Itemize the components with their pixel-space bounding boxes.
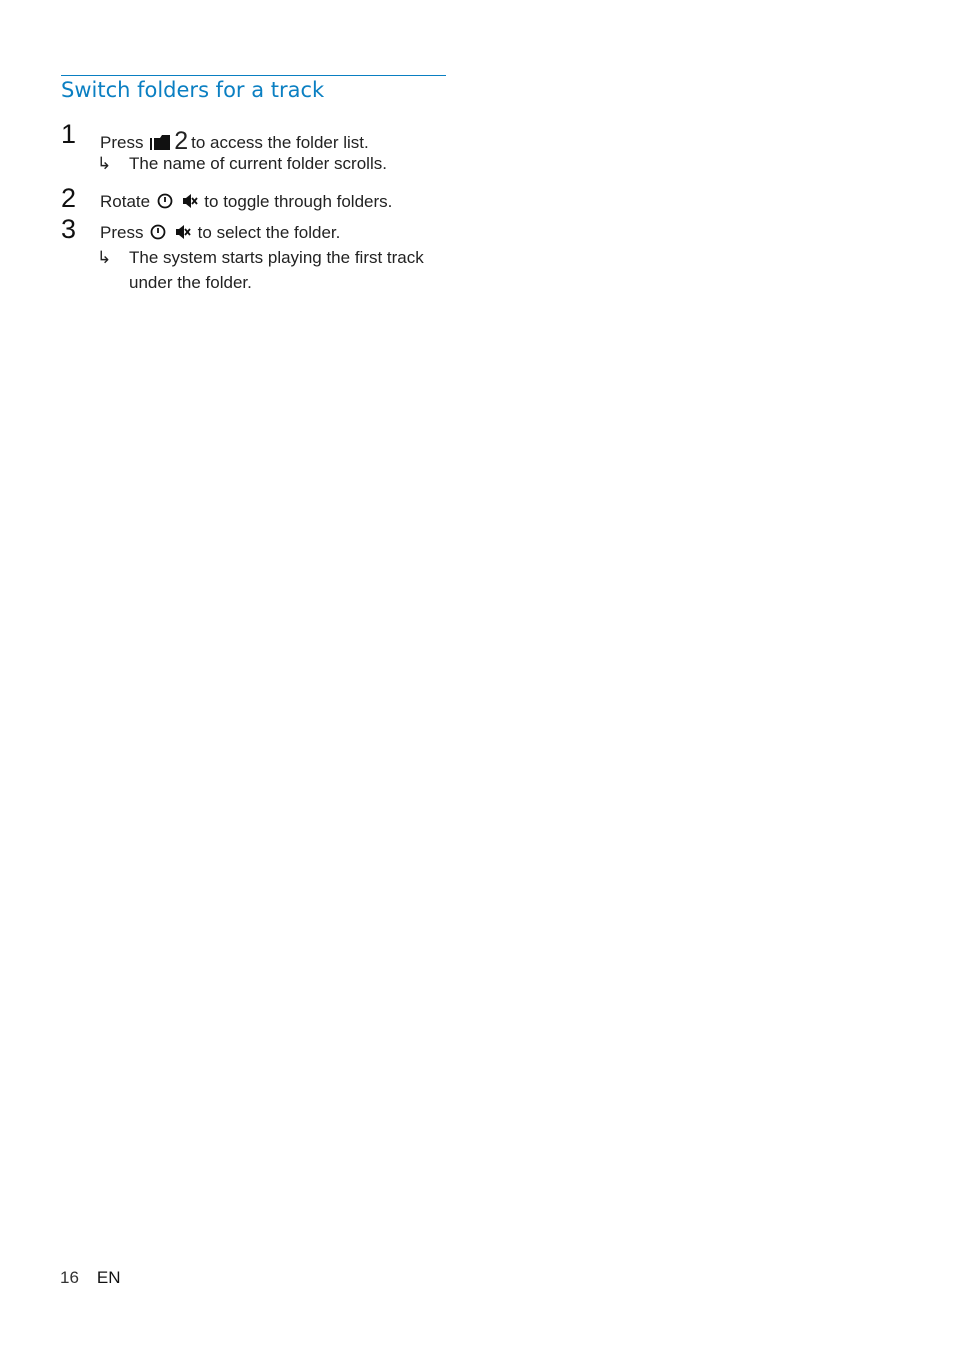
step-prefix: Rotate bbox=[100, 192, 151, 211]
step-number: 1 bbox=[61, 119, 77, 149]
step-suffix: to select the folder. bbox=[197, 223, 341, 242]
step-result: ↳ The name of current folder scrolls. bbox=[97, 151, 387, 176]
language-code: EN bbox=[96, 1268, 121, 1287]
step-result: ↳ The system starts playing the first tra… bbox=[97, 245, 424, 295]
page-number: 16 bbox=[60, 1268, 79, 1287]
result-arrow-icon: ↳ bbox=[97, 154, 112, 173]
result-text: The name of current folder scrolls. bbox=[129, 154, 387, 173]
step-number: 2 bbox=[61, 183, 77, 213]
step-number: 3 bbox=[61, 214, 77, 244]
page-footer: 16 EN bbox=[60, 1268, 121, 1288]
step-prefix: Press bbox=[100, 223, 144, 242]
result-text: The system starts playing the first trac… bbox=[129, 248, 424, 267]
step-suffix: to toggle through folders. bbox=[204, 192, 393, 211]
step-suffix: to access the folder list. bbox=[191, 133, 369, 152]
mute-icon bbox=[175, 224, 191, 243]
section-rule bbox=[61, 75, 446, 76]
result-arrow-icon: ↳ bbox=[97, 248, 112, 267]
mute-icon bbox=[182, 193, 198, 212]
section-title: Switch folders for a track bbox=[61, 78, 325, 102]
step-text: Press to select the folder. bbox=[100, 224, 340, 243]
power-icon bbox=[150, 224, 166, 243]
result-text-continued: under the folder. bbox=[129, 273, 252, 292]
power-icon bbox=[157, 193, 173, 212]
step-prefix: Press bbox=[100, 133, 144, 152]
step-text: Rotate to toggle through folders. bbox=[100, 193, 392, 212]
